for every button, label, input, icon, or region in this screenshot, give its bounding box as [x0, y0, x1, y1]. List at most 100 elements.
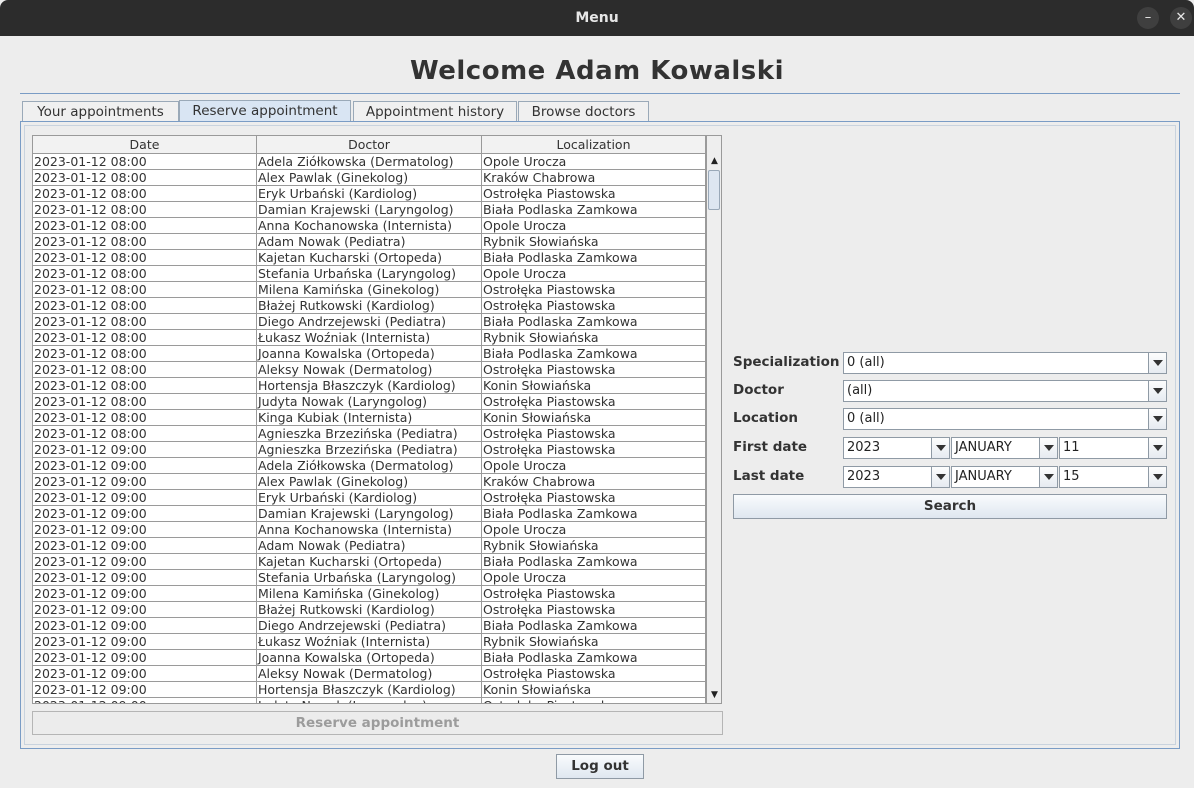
doctor-cell: Stefania Urbańska (Laryngolog) [257, 266, 482, 282]
localization-cell: Ostrołęka Piastowska [482, 298, 706, 314]
doctor-cell: Stefania Urbańska (Laryngolog) [257, 570, 482, 586]
date-cell: 2023-01-12 09:00 [33, 538, 257, 554]
doctor-cell: Hortensja Błaszczyk (Kardiolog) [257, 682, 482, 698]
table-row[interactable]: 2023-01-12 08:00 Milena Kamińska (Ginekol… [33, 282, 706, 298]
doctor-cell: Błażej Rutkowski (Kardiolog) [257, 298, 482, 314]
table-row[interactable]: 2023-01-12 08:00 Alex Pawlak (Ginekolog) K… [33, 170, 706, 186]
chevron-down-icon[interactable] [1148, 467, 1166, 487]
specialization-select[interactable]: 0 (all) [843, 352, 1167, 374]
chevron-down-icon[interactable] [1148, 381, 1166, 401]
table-row[interactable]: 2023-01-12 09:00 Joanna Kowalska (Ortoped… [33, 650, 706, 666]
column-header-localization[interactable]: Localization [482, 136, 706, 154]
last-date-label: Last date [733, 468, 805, 484]
table-row[interactable]: 2023-01-12 08:00 Anna Kochanowska (Intern… [33, 218, 706, 234]
first-date-day-select[interactable]: 11 [1059, 437, 1167, 459]
chevron-down-icon[interactable] [1148, 438, 1166, 458]
table-row[interactable]: 2023-01-12 09:00 Diego Andrzejewski (Pedi… [33, 618, 706, 634]
scroll-down-icon[interactable]: ▼ [707, 688, 721, 703]
table-row[interactable]: 2023-01-12 09:00 Anna Kochanowska (Intern… [33, 522, 706, 538]
table-row[interactable]: 2023-01-12 09:00 Adam Nowak (Pediatra) Ryb… [33, 538, 706, 554]
doctor-cell: Kinga Kubiak (Internista) [257, 410, 482, 426]
table-row[interactable]: 2023-01-12 09:00 Łukasz Woźniak (Internis… [33, 634, 706, 650]
localization-cell: Ostrołęka Piastowska [482, 394, 706, 410]
table-row[interactable]: 2023-01-12 09:00 Eryk Urbański (Kardiolog… [33, 490, 706, 506]
table-row[interactable]: 2023-01-12 09:00 Stefania Urbańska (Laryn… [33, 570, 706, 586]
table-row[interactable]: 2023-01-12 08:00 Adela Ziółkowska (Dermat… [33, 154, 706, 170]
first-date-month-select[interactable]: JANUARY [951, 437, 1058, 459]
doctor-cell: Diego Andrzejewski (Pediatra) [257, 618, 482, 634]
date-cell: 2023-01-12 08:00 [33, 362, 257, 378]
first-date-label: First date [733, 439, 808, 455]
table-row[interactable]: 2023-01-12 09:00 Hortensja Błaszczyk (Kar… [33, 682, 706, 698]
table-row[interactable]: 2023-01-12 09:00 Agnieszka Brzezińska (Pe… [33, 442, 706, 458]
localization-cell: Opole Urocza [482, 522, 706, 538]
chevron-down-icon[interactable] [1148, 353, 1166, 373]
localization-cell: Opole Urocza [482, 218, 706, 234]
last-date-day-select[interactable]: 15 [1059, 466, 1167, 488]
date-cell: 2023-01-12 09:00 [33, 602, 257, 618]
localization-cell: Ostrołęka Piastowska [482, 666, 706, 682]
table-row[interactable]: 2023-01-12 08:00 Stefania Urbańska (Laryn… [33, 266, 706, 282]
localization-cell: Biała Podlaska Zamkowa [482, 650, 706, 666]
tab-appointment-history[interactable]: Appointment history [353, 101, 517, 122]
minimize-button[interactable]: – [1137, 7, 1159, 29]
localization-cell: Kraków Chabrowa [482, 474, 706, 490]
chevron-down-icon[interactable] [1148, 409, 1166, 429]
reserve-appointment-button[interactable]: Reserve appointment [32, 711, 723, 735]
table-row[interactable]: 2023-01-12 09:00 Błażej Rutkowski (Kardio… [33, 602, 706, 618]
date-cell: 2023-01-12 09:00 [33, 490, 257, 506]
table-row[interactable]: 2023-01-12 09:00 Damian Krajewski (Laryng… [33, 506, 706, 522]
localization-cell: Opole Urocza [482, 570, 706, 586]
last-date-month-select[interactable]: JANUARY [951, 466, 1058, 488]
table-row[interactable]: 2023-01-12 08:00 Judyta Nowak (Laryngolog… [33, 394, 706, 410]
date-cell: 2023-01-12 08:00 [33, 218, 257, 234]
chevron-down-icon[interactable] [1039, 438, 1057, 458]
search-button[interactable]: Search [733, 494, 1167, 519]
table-row[interactable]: 2023-01-12 09:00 Milena Kamińska (Ginekol… [33, 586, 706, 602]
chevron-down-icon[interactable] [1039, 467, 1057, 487]
doctor-cell: Adam Nowak (Pediatra) [257, 234, 482, 250]
localization-cell: Biała Podlaska Zamkowa [482, 554, 706, 570]
table-row[interactable]: 2023-01-12 08:00 Hortensja Błaszczyk (Kar… [33, 378, 706, 394]
table-row[interactable]: 2023-01-12 08:00 Łukasz Woźniak (Internis… [33, 330, 706, 346]
doctor-cell: Joanna Kowalska (Ortopeda) [257, 346, 482, 362]
doctor-cell: Eryk Urbański (Kardiolog) [257, 490, 482, 506]
tab-reserve-appointment[interactable]: Reserve appointment [179, 100, 351, 123]
logout-button[interactable]: Log out [556, 754, 644, 779]
table-row[interactable]: 2023-01-12 08:00 Damian Krajewski (Laryng… [33, 202, 706, 218]
date-cell: 2023-01-12 08:00 [33, 250, 257, 266]
scroll-up-icon[interactable]: ▲ [707, 154, 721, 169]
tab-your-appointments[interactable]: Your appointments [22, 101, 179, 122]
table-row[interactable]: 2023-01-12 09:00Judyta Nowak (Laryngolog… [33, 698, 706, 703]
doctor-value: (all) [847, 383, 873, 398]
table-row[interactable]: 2023-01-12 08:00 Kajetan Kucharski (Ortop… [33, 250, 706, 266]
table-row[interactable]: 2023-01-12 09:00 Aleksy Nowak (Dermatolog… [33, 666, 706, 682]
table-row[interactable]: 2023-01-12 08:00 Błażej Rutkowski (Kardio… [33, 298, 706, 314]
table-row[interactable]: 2023-01-12 08:00 Joanna Kowalska (Ortoped… [33, 346, 706, 362]
table-row[interactable]: 2023-01-12 08:00 Diego Andrzejewski (Pedi… [33, 314, 706, 330]
scroll-thumb[interactable] [708, 170, 720, 210]
column-header-date[interactable]: Date [33, 136, 257, 154]
column-header-doctor[interactable]: Doctor [257, 136, 482, 154]
table-scrollbar[interactable]: ▲ ▼ [706, 136, 721, 703]
table-row[interactable]: 2023-01-12 08:00 Eryk Urbański (Kardiolog… [33, 186, 706, 202]
table-row[interactable]: 2023-01-12 08:00 Kinga Kubiak (Internista… [33, 410, 706, 426]
appointments-table[interactable]: Date Doctor Localization 2023-01-12 08:0… [32, 135, 722, 704]
table-row[interactable]: 2023-01-12 09:00 Adela Ziółkowska (Dermat… [33, 458, 706, 474]
doctor-cell: Judyta Nowak (Laryngolog) [257, 698, 482, 703]
chevron-down-icon[interactable] [931, 467, 949, 487]
last-date-year-select[interactable]: 2023 [843, 466, 950, 488]
chevron-down-icon[interactable] [931, 438, 949, 458]
table-row[interactable]: 2023-01-12 08:00 Aleksy Nowak (Dermatolog… [33, 362, 706, 378]
doctor-cell: Łukasz Woźniak (Internista) [257, 330, 482, 346]
table-row[interactable]: 2023-01-12 08:00 Agnieszka Brzezińska (Pe… [33, 426, 706, 442]
table-row[interactable]: 2023-01-12 08:00 Adam Nowak (Pediatra) Ryb… [33, 234, 706, 250]
doctor-cell: Aleksy Nowak (Dermatolog) [257, 362, 482, 378]
tab-browse-doctors[interactable]: Browse doctors [518, 101, 649, 122]
doctor-select[interactable]: (all) [843, 380, 1167, 402]
close-button[interactable]: ✕ [1170, 7, 1192, 29]
location-select[interactable]: 0 (all) [843, 408, 1167, 430]
table-row[interactable]: 2023-01-12 09:00 Alex Pawlak (Ginekolog) K… [33, 474, 706, 490]
first-date-year-select[interactable]: 2023 [843, 437, 950, 459]
table-row[interactable]: 2023-01-12 09:00 Kajetan Kucharski (Ortop… [33, 554, 706, 570]
